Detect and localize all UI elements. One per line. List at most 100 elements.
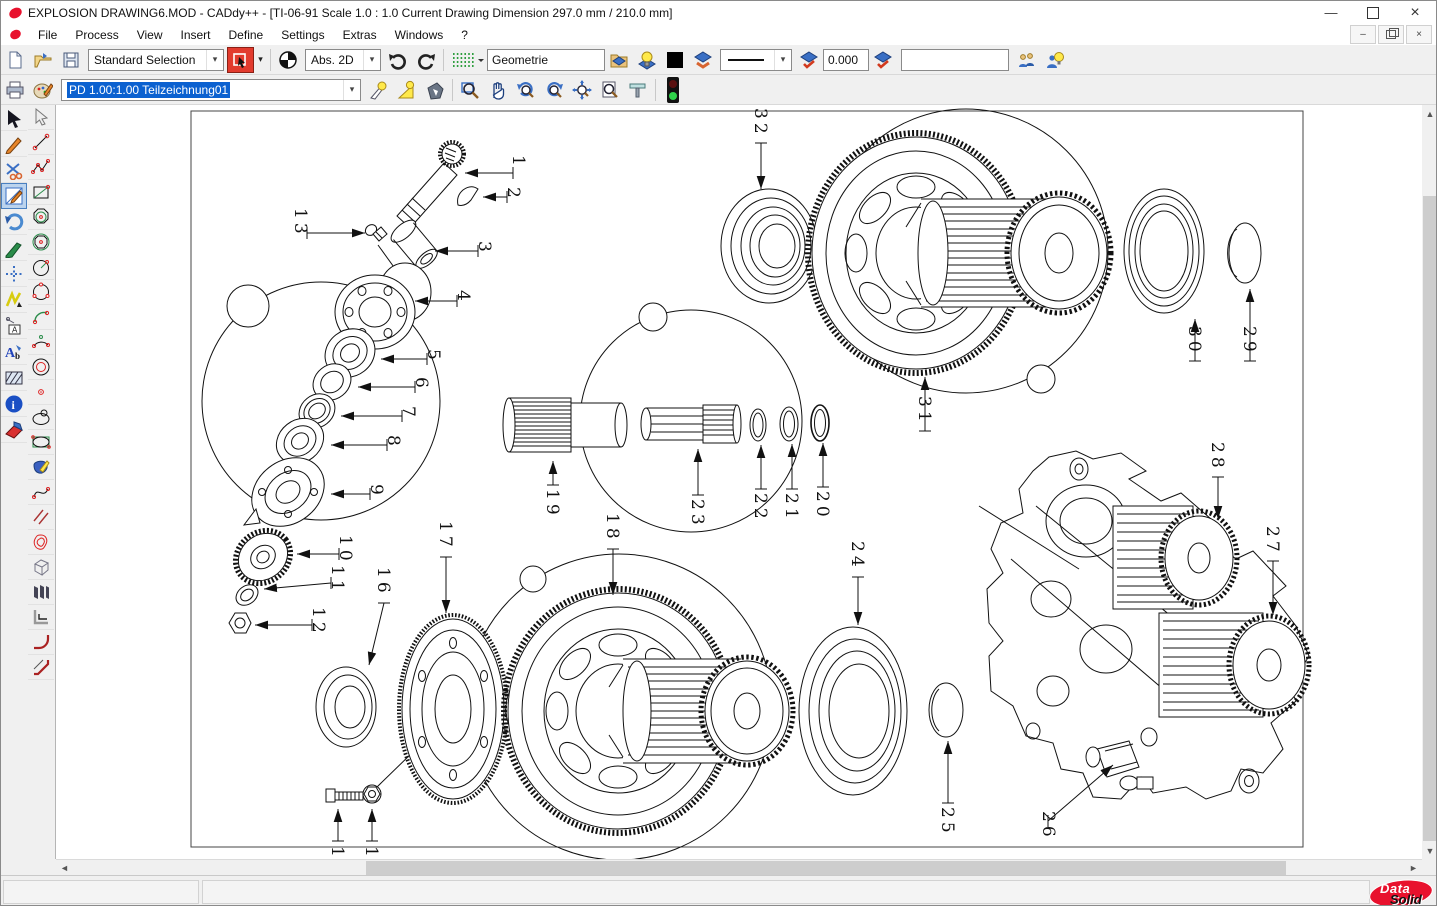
zoom-extents-button[interactable] xyxy=(569,77,595,103)
selection-mode-combo[interactable]: Standard Selection ▾ xyxy=(88,49,224,71)
scroll-left-button[interactable]: ◄ xyxy=(56,860,73,875)
tool-point[interactable] xyxy=(28,380,54,405)
tool-info[interactable]: i xyxy=(1,391,27,417)
part-label-28[interactable]: 28 xyxy=(1207,442,1227,472)
group-name-input[interactable]: Geometrie xyxy=(487,49,605,71)
tool-chamfer[interactable] xyxy=(28,655,54,680)
mdi-minimize-button[interactable]: – xyxy=(1350,25,1376,44)
part-oring-20[interactable] xyxy=(811,405,829,441)
color-swatch-button[interactable] xyxy=(662,47,688,73)
selection-tool-button[interactable] xyxy=(227,47,254,73)
part-bearing-16[interactable] xyxy=(316,667,376,747)
part-label-7[interactable]: 7 xyxy=(398,406,418,421)
tool-dimension[interactable]: A xyxy=(1,313,27,339)
zoom-previous-button[interactable] xyxy=(513,77,539,103)
part-label-17[interactable]: 17 xyxy=(435,521,455,551)
part-nut-12[interactable] xyxy=(229,613,251,633)
part-oring-21[interactable] xyxy=(780,407,798,441)
tool-parallel-lines[interactable] xyxy=(28,505,54,530)
tool-polygon[interactable] xyxy=(28,205,54,230)
part-label-21[interactable]: 21 xyxy=(781,493,801,523)
part-label-18[interactable]: 18 xyxy=(602,513,622,543)
part-label-30[interactable]: 30 xyxy=(1184,326,1204,356)
drawing-properties-button[interactable] xyxy=(30,77,56,103)
tool-ellipse-sketch[interactable] xyxy=(28,405,54,430)
tool-circle-radius[interactable] xyxy=(28,255,54,280)
minimize-button[interactable]: — xyxy=(1310,1,1352,24)
part-label-23[interactable]: 23 xyxy=(687,499,707,529)
drawing-sheet-combo[interactable]: PD 1.00:1.00 Teilzeichnung01 ▾ xyxy=(61,79,361,101)
tool-contour[interactable] xyxy=(28,530,54,555)
save-button[interactable] xyxy=(58,47,84,73)
origin-button[interactable] xyxy=(275,47,301,73)
tool-arc-3pt[interactable] xyxy=(28,330,54,355)
part-flange-gear-17[interactable] xyxy=(399,615,507,803)
maximize-button[interactable] xyxy=(1352,1,1394,24)
part-ring-29[interactable] xyxy=(1228,223,1261,283)
part-label-19[interactable]: 19 xyxy=(542,489,562,519)
zoom-window-button[interactable] xyxy=(457,77,483,103)
tool-circle-polygon[interactable] xyxy=(28,230,54,255)
part-label-3[interactable]: 3 xyxy=(474,241,494,256)
open-file-button[interactable] xyxy=(30,47,56,73)
line-width-input[interactable]: 0.000 xyxy=(823,49,869,71)
drawing-canvas[interactable]: 1 2 13 3 4 5 6 7 8 9 10 11 12 19 23 22 2 xyxy=(56,105,1422,859)
part-label-27[interactable]: 27 xyxy=(1262,526,1282,556)
coordinate-mode-combo[interactable]: Abs. 2D ▾ xyxy=(305,49,381,71)
mdi-close-button[interactable]: × xyxy=(1406,25,1432,44)
menu-file[interactable]: File xyxy=(29,26,66,44)
horizontal-scrollbar[interactable]: ◄ ► xyxy=(56,859,1422,875)
part-label-13[interactable]: 13 xyxy=(290,208,310,238)
horizontal-scroll-thumb[interactable] xyxy=(366,861,1286,875)
part-label-20[interactable]: 20 xyxy=(812,491,832,521)
tool-eraser[interactable] xyxy=(1,417,27,443)
layer-visibility-button[interactable] xyxy=(634,47,660,73)
part-plug-25[interactable] xyxy=(929,683,963,737)
menu-insert[interactable]: Insert xyxy=(172,26,220,44)
part-label-5[interactable]: 5 xyxy=(423,349,443,364)
part-label-8[interactable]: 8 xyxy=(383,435,403,450)
tool-snap[interactable] xyxy=(1,261,27,287)
group-people-button[interactable] xyxy=(1014,47,1040,73)
part-label-6[interactable]: 6 xyxy=(411,377,431,392)
part-splined-shaft-18[interactable] xyxy=(609,657,793,765)
zoom-next-button[interactable] xyxy=(541,77,567,103)
scroll-down-button[interactable]: ▼ xyxy=(1422,842,1437,859)
part-rings-30[interactable] xyxy=(1124,189,1204,313)
tool-polyline-yellow[interactable] xyxy=(1,287,27,313)
new-file-button[interactable] xyxy=(2,47,28,73)
pen-light-button[interactable] xyxy=(366,77,392,103)
print-button[interactable] xyxy=(2,77,28,103)
ruler-light-button[interactable] xyxy=(394,77,420,103)
attribute-input[interactable] xyxy=(901,49,1009,71)
part-label-1[interactable]: 1 xyxy=(508,155,528,170)
tool-spline[interactable] xyxy=(28,480,54,505)
tool-rotate[interactable] xyxy=(1,209,27,235)
layer-folder-button[interactable] xyxy=(606,47,632,73)
menu-help[interactable]: ? xyxy=(452,26,477,44)
selection-tool-dropdown[interactable]: ▾ xyxy=(254,48,267,72)
tool-offset[interactable] xyxy=(28,605,54,630)
part-pinion-shaft-1[interactable] xyxy=(397,142,464,228)
part-label-31[interactable]: 31 xyxy=(914,396,934,426)
menu-view[interactable]: View xyxy=(128,26,172,44)
part-label-14[interactable]: 14 xyxy=(327,846,347,859)
close-button[interactable]: × xyxy=(1394,1,1436,24)
part-label-16[interactable]: 16 xyxy=(373,567,393,597)
tool-arc-green[interactable] xyxy=(28,305,54,330)
part-shaft-23[interactable] xyxy=(641,405,741,443)
vertical-scrollbar[interactable]: ▲ ▼ xyxy=(1422,105,1437,859)
tool-ellipse-rect[interactable] xyxy=(28,430,54,455)
tool-pen-green[interactable] xyxy=(1,235,27,261)
part-label-11[interactable]: 11 xyxy=(327,565,347,595)
tool-pencil[interactable] xyxy=(1,131,27,157)
tool-box-3d[interactable] xyxy=(28,555,54,580)
undo-button[interactable] xyxy=(385,47,411,73)
part-oring-22[interactable] xyxy=(750,409,766,441)
part-label-29[interactable]: 29 xyxy=(1239,326,1259,356)
menu-extras[interactable]: Extras xyxy=(334,26,386,44)
scroll-right-button[interactable]: ► xyxy=(1405,860,1422,875)
part-label-2[interactable]: 2 xyxy=(503,187,523,202)
person-bulb-button[interactable] xyxy=(1042,47,1068,73)
part-label-4[interactable]: 4 xyxy=(453,290,473,305)
